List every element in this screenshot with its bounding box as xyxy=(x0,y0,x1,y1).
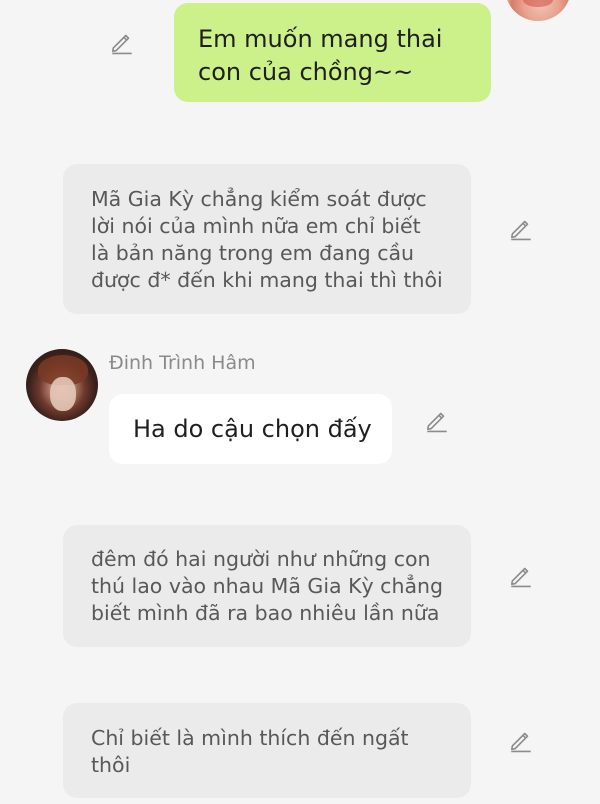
character-message-text: Ha do cậu chọn đấy xyxy=(133,415,372,443)
edit-narration-button[interactable] xyxy=(508,215,534,241)
edit-narration-button[interactable] xyxy=(508,727,534,753)
pencil-icon xyxy=(111,34,132,55)
edit-character-message-button[interactable] xyxy=(424,407,450,433)
user-message-bubble[interactable]: Em muốn mang thai con của chồng~~ xyxy=(174,3,491,102)
user-message-line: Em muốn mang thai xyxy=(198,25,443,53)
character-message-bubble[interactable]: Ha do cậu chọn đấy xyxy=(109,394,392,464)
narration-line: biết mình đã ra bao nhiêu lần nữa xyxy=(91,601,440,625)
narration-line: thôi xyxy=(91,753,131,777)
pencil-icon xyxy=(510,220,531,241)
narration-line: được đ* đến khi mang thai thì thôi xyxy=(91,268,443,292)
narration-line: Mã Gia Kỳ chẳng kiểm soát được xyxy=(91,187,427,211)
narration-line: là bản năng trong em đang cầu xyxy=(91,241,415,265)
narration-bubble[interactable]: Chỉ biết là mình thích đến ngất thôi xyxy=(63,703,471,798)
pencil-icon xyxy=(510,567,531,588)
character-avatar[interactable] xyxy=(26,349,98,421)
narration-line: Chỉ biết là mình thích đến ngất xyxy=(91,726,409,750)
user-message-line: con của chồng~~ xyxy=(198,58,414,86)
narration-line: đêm đó hai người như những con xyxy=(91,547,431,571)
narration-bubble[interactable]: Mã Gia Kỳ chẳng kiểm soát được lời nói c… xyxy=(63,164,471,314)
narration-bubble[interactable]: đêm đó hai người như những con thú lao v… xyxy=(63,525,471,647)
edit-user-message-button[interactable] xyxy=(109,29,135,55)
pencil-icon xyxy=(426,412,447,433)
narration-line: lời nói của mình nữa em chỉ biết xyxy=(91,214,421,238)
character-name: Đinh Trình Hâm xyxy=(109,352,256,374)
edit-narration-button[interactable] xyxy=(508,562,534,588)
pencil-icon xyxy=(510,732,531,753)
narration-line: thú lao vào nhau Mã Gia Kỳ chẳng xyxy=(91,574,444,598)
user-avatar[interactable] xyxy=(505,0,571,21)
